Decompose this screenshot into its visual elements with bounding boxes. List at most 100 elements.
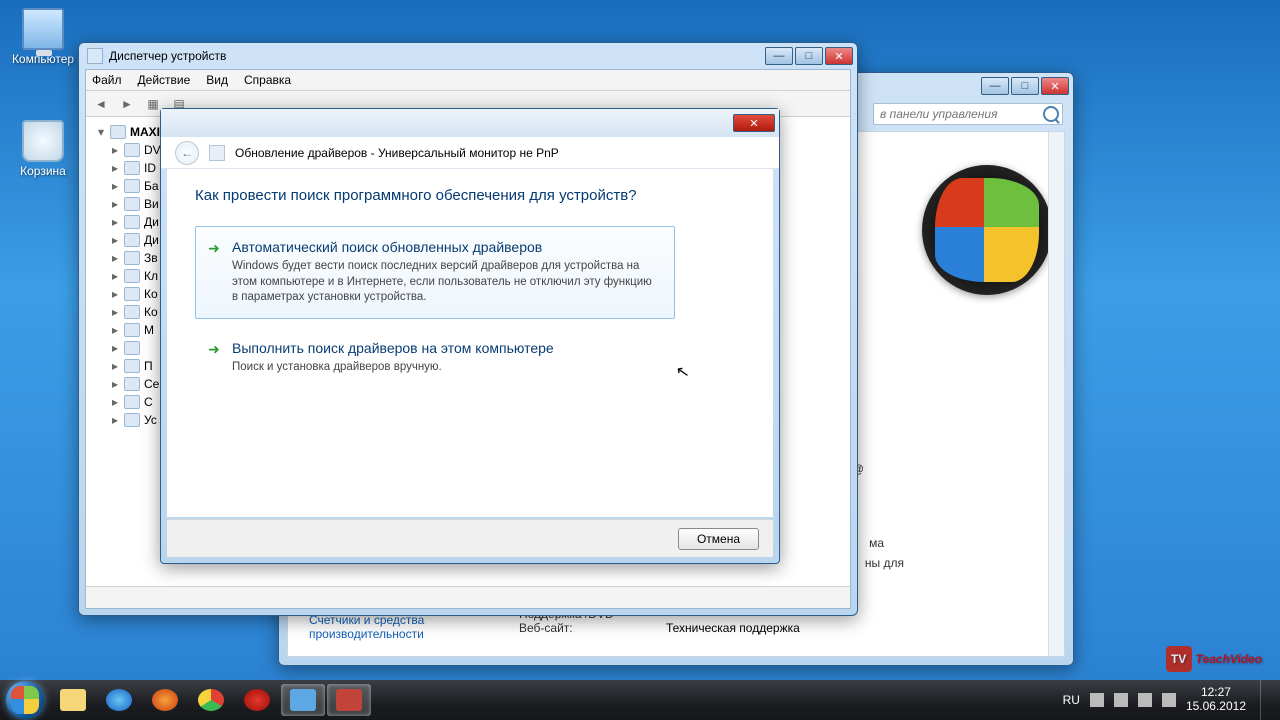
back-button[interactable]: ◄ xyxy=(90,94,112,114)
device-category-icon xyxy=(124,287,140,301)
app-icon xyxy=(87,48,103,64)
tray-network-icon[interactable] xyxy=(1138,693,1152,707)
tray-action-center-icon[interactable] xyxy=(1114,693,1128,707)
language-indicator[interactable]: RU xyxy=(1063,693,1080,707)
desktop-icon-computer[interactable]: Компьютер xyxy=(8,8,78,66)
recycle-bin-icon xyxy=(22,120,64,162)
text-fragment: ма xyxy=(869,536,884,550)
window-title: Диспетчер устройств xyxy=(109,49,765,63)
clock[interactable]: 12:27 15.06.2012 xyxy=(1186,686,1246,714)
taskbar-ie[interactable] xyxy=(97,684,141,716)
taskbar-opera[interactable] xyxy=(235,684,279,716)
cancel-button[interactable]: Отмена xyxy=(678,528,759,550)
menu-file[interactable]: Файл xyxy=(92,73,122,87)
device-category-icon xyxy=(124,197,140,211)
wizard-heading: Как провести поиск программного обеспече… xyxy=(195,187,745,204)
back-button[interactable]: ← xyxy=(175,141,199,165)
search-icon[interactable] xyxy=(1043,106,1059,122)
status-bar xyxy=(86,586,850,608)
tree-node-label: Кл xyxy=(144,269,158,283)
tree-node-label: Зв xyxy=(144,251,158,265)
tree-root-label: MAXI xyxy=(130,125,160,139)
show-desktop-button[interactable] xyxy=(1260,680,1270,720)
device-category-icon xyxy=(124,413,140,427)
system-tray: RU 12:27 15.06.2012 xyxy=(1063,680,1274,720)
taskbar-explorer[interactable] xyxy=(51,684,95,716)
device-category-icon xyxy=(124,143,140,157)
option-title: Выполнить поиск драйверов на этом компью… xyxy=(232,340,658,356)
search-box[interactable] xyxy=(873,103,1063,125)
device-category-icon xyxy=(124,323,140,337)
tree-node-label: DV xyxy=(144,143,161,157)
option-description: Поиск и установка драйверов вручную. xyxy=(232,360,658,376)
watermark: TVTeachVideo xyxy=(1166,646,1262,672)
tree-node-label: Ди xyxy=(144,233,159,247)
search-input[interactable] xyxy=(873,103,1063,125)
minimize-button[interactable]: — xyxy=(981,77,1009,95)
device-category-icon xyxy=(124,395,140,409)
menu-help[interactable]: Справка xyxy=(244,73,291,87)
tree-node-label: Ви xyxy=(144,197,159,211)
wizard-content: Как провести поиск программного обеспече… xyxy=(167,169,773,517)
tree-node-label: Ба xyxy=(144,179,159,193)
wizard-title: Обновление драйверов - Универсальный мон… xyxy=(235,146,559,160)
close-button[interactable]: ✕ xyxy=(825,47,853,65)
option-description: Windows будет вести поиск последних верс… xyxy=(232,259,658,306)
device-category-icon xyxy=(124,269,140,283)
taskbar: RU 12:27 15.06.2012 xyxy=(0,680,1280,720)
option-browse-computer[interactable]: Выполнить поиск драйверов на этом компью… xyxy=(195,327,675,389)
wizard-header: ← Обновление драйверов - Универсальный м… xyxy=(161,137,779,169)
tech-support-link[interactable]: Техническая поддержка xyxy=(666,621,800,635)
start-button[interactable] xyxy=(6,681,44,719)
text-fragment: ны для xyxy=(865,556,904,570)
option-title: Автоматический поиск обновленных драйвер… xyxy=(232,239,658,255)
menu-action[interactable]: Действие xyxy=(138,73,191,87)
device-category-icon xyxy=(124,305,140,319)
device-category-icon xyxy=(124,233,140,247)
tray-volume-icon[interactable] xyxy=(1162,693,1176,707)
forward-button[interactable]: ► xyxy=(116,94,138,114)
device-category-icon xyxy=(124,359,140,373)
website-label: Веб-сайт: xyxy=(519,621,573,635)
computer-icon xyxy=(110,125,126,139)
menubar: Файл Действие Вид Справка xyxy=(86,70,850,91)
titlebar[interactable]: Диспетчер устройств — □ ✕ xyxy=(79,43,857,69)
tree-node-label: ID xyxy=(144,161,156,175)
taskbar-app-1[interactable] xyxy=(281,684,325,716)
taskbar-app-2[interactable] xyxy=(327,684,371,716)
device-category-icon xyxy=(124,179,140,193)
sidebar-link-counters[interactable]: Счетчики и средства производительности xyxy=(309,613,469,641)
tree-node-label: Ко xyxy=(144,287,158,301)
desktop-icon-recycle-bin[interactable]: Корзина xyxy=(8,120,78,178)
device-category-icon xyxy=(124,251,140,265)
tree-node-label: С xyxy=(144,395,153,409)
device-icon xyxy=(209,145,225,161)
tree-node-label: Ус xyxy=(144,413,157,427)
device-category-icon xyxy=(124,377,140,391)
maximize-button[interactable]: □ xyxy=(795,47,823,65)
clock-time: 12:27 xyxy=(1186,686,1246,700)
close-button[interactable]: ✕ xyxy=(733,114,775,132)
tray-flag-icon[interactable] xyxy=(1090,693,1104,707)
device-category-icon xyxy=(124,161,140,175)
minimize-button[interactable]: — xyxy=(765,47,793,65)
tree-node-label: М xyxy=(144,323,154,337)
menu-view[interactable]: Вид xyxy=(206,73,228,87)
vertical-scrollbar[interactable] xyxy=(1048,132,1064,656)
driver-update-wizard: ✕ ← Обновление драйверов - Универсальный… xyxy=(160,108,780,564)
taskbar-chrome[interactable] xyxy=(189,684,233,716)
option-auto-search[interactable]: Автоматический поиск обновленных драйвер… xyxy=(195,226,675,319)
desktop-icon-label: Корзина xyxy=(8,164,78,178)
close-button[interactable]: ✕ xyxy=(1041,77,1069,95)
tree-node-label: Ко xyxy=(144,305,158,319)
tree-node-label: Ди xyxy=(144,215,159,229)
windows-logo-orb xyxy=(922,165,1052,295)
titlebar[interactable]: ✕ xyxy=(161,109,779,137)
maximize-button[interactable]: □ xyxy=(1011,77,1039,95)
tree-node-label: Се xyxy=(144,377,159,391)
taskbar-firefox[interactable] xyxy=(143,684,187,716)
wizard-footer: Отмена xyxy=(167,519,773,557)
device-category-icon xyxy=(124,215,140,229)
clock-date: 15.06.2012 xyxy=(1186,700,1246,714)
tree-node-label: П xyxy=(144,359,153,373)
